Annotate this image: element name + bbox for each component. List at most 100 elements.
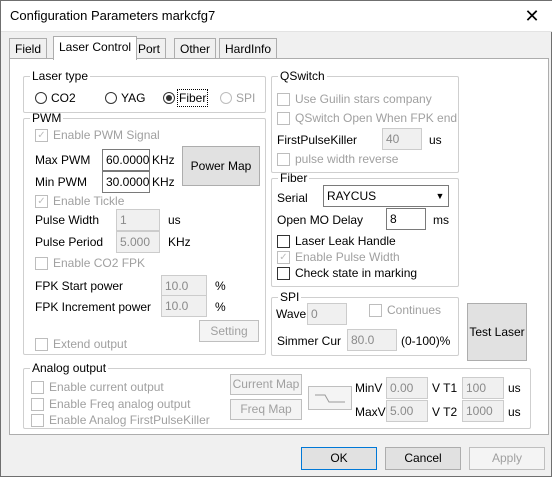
- pulse-period-unit: KHz: [168, 235, 191, 249]
- current-map-button[interactable]: Current Map: [230, 374, 302, 395]
- enable-analog-fpk-label: Enable Analog FirstPulseKiller: [49, 413, 210, 427]
- laser-type-legend: Laser type: [32, 69, 89, 83]
- check-state-checkbox[interactable]: [277, 267, 290, 280]
- waveform-icon: [315, 394, 345, 403]
- enable-tickle-label: Enable Tickle: [53, 194, 125, 208]
- open-mo-delay-input[interactable]: 8: [386, 208, 426, 230]
- enable-pwm-checkbox[interactable]: ✓: [35, 129, 48, 142]
- t2-input[interactable]: 1000: [462, 400, 504, 422]
- fpk-start-input[interactable]: 10.0: [161, 275, 207, 297]
- enable-co2-fpk-checkbox[interactable]: [35, 257, 48, 270]
- fpk-start-label: FPK Start power: [35, 279, 124, 293]
- tab-laser-control[interactable]: Laser Control: [53, 36, 138, 60]
- tab-field[interactable]: Field: [9, 38, 48, 59]
- min-pwm-unit: KHz: [152, 175, 175, 189]
- laser-leak-label: Laser Leak Handle: [295, 234, 396, 248]
- enable-pulse-width-checkbox[interactable]: ✓: [277, 251, 290, 264]
- continues-checkbox[interactable]: [369, 304, 382, 317]
- pulse-width-label: Pulse Width: [35, 213, 100, 227]
- qswitch-open-label: QSwitch Open When FPK end: [295, 111, 458, 125]
- test-laser-button[interactable]: Test Laser: [467, 303, 527, 361]
- tab-hardinfo[interactable]: HardInfo: [219, 38, 278, 59]
- t2-unit: us: [508, 405, 521, 419]
- max-pwm-input[interactable]: 60.0000: [102, 149, 150, 171]
- qswitch-fpk-input[interactable]: 40: [382, 128, 422, 150]
- enable-analog-fpk-checkbox[interactable]: [31, 414, 44, 427]
- min-pwm-input[interactable]: 30.0000: [102, 171, 150, 193]
- pulse-period-label: Pulse Period: [35, 235, 104, 249]
- wave-label: Wave: [276, 307, 307, 321]
- open-mo-delay-unit: ms: [433, 213, 449, 227]
- ok-button[interactable]: OK: [301, 447, 377, 470]
- radio-spi-label: SPI: [236, 91, 256, 105]
- wave-input[interactable]: 0: [307, 303, 347, 325]
- apply-button[interactable]: Apply: [469, 447, 545, 470]
- enable-tickle-checkbox[interactable]: ✓: [35, 195, 48, 208]
- pwm-legend: PWM: [32, 111, 62, 125]
- config-dialog: Configuration Parameters markcfg7 ✕ Fiel…: [0, 0, 552, 477]
- pulse-width-unit: us: [168, 213, 181, 227]
- radio-yag[interactable]: [105, 92, 117, 104]
- minv-input[interactable]: 0.00: [386, 377, 428, 399]
- t1-unit: us: [508, 381, 521, 395]
- analog-output-legend: Analog output: [32, 361, 107, 375]
- fpk-inc-input[interactable]: 10.0: [161, 295, 207, 317]
- t2-label: V T2: [432, 405, 458, 419]
- radio-co2-label: CO2: [51, 91, 76, 105]
- waveform-button[interactable]: [308, 386, 352, 410]
- enable-freq-label: Enable Freq analog output: [49, 397, 191, 411]
- enable-freq-checkbox[interactable]: [31, 398, 44, 411]
- enable-current-checkbox[interactable]: [31, 381, 44, 394]
- simmer-cur-input[interactable]: 80.0: [347, 329, 397, 351]
- min-pwm-label: Min PWM: [35, 175, 87, 189]
- t1-label: V T1: [432, 381, 458, 395]
- radio-fiber[interactable]: [163, 92, 175, 104]
- use-guilin-label: Use Guilin stars company: [295, 92, 432, 106]
- enable-pwm-label: Enable PWM Signal: [53, 128, 160, 142]
- t1-input[interactable]: 100: [462, 377, 504, 399]
- laser-leak-checkbox[interactable]: [277, 235, 290, 248]
- max-pwm-unit: KHz: [152, 153, 175, 167]
- radio-spi[interactable]: [220, 92, 232, 104]
- qswitch-legend: QSwitch: [280, 69, 325, 83]
- fiber-legend: Fiber: [280, 171, 308, 185]
- close-icon[interactable]: ✕: [521, 5, 543, 27]
- maxv-label: MaxV: [355, 405, 386, 419]
- serial-label: Serial: [277, 191, 308, 205]
- freq-map-button[interactable]: Freq Map: [230, 399, 302, 420]
- enable-current-label: Enable current output: [49, 380, 164, 394]
- max-pwm-label: Max PWM: [35, 153, 91, 167]
- setting-button[interactable]: Setting: [199, 320, 259, 342]
- serial-select-value: RAYCUS: [327, 189, 377, 203]
- extend-output-label: Extend output: [53, 337, 128, 351]
- radio-fiber-label: Fiber: [176, 89, 209, 107]
- extend-output-checkbox[interactable]: [35, 338, 48, 351]
- check-state-label: Check state in marking: [295, 266, 418, 280]
- serial-select[interactable]: RAYCUS ▼: [323, 185, 449, 207]
- spi-legend: SPI: [280, 290, 300, 304]
- qswitch-open-checkbox[interactable]: [277, 112, 290, 125]
- enable-pulse-width-label: Enable Pulse Width: [295, 250, 400, 264]
- tab-other[interactable]: Other: [174, 38, 217, 59]
- qswitch-fpk-unit: us: [429, 133, 442, 147]
- radio-co2[interactable]: [35, 92, 47, 104]
- maxv-input[interactable]: 5.00: [386, 400, 428, 422]
- radio-yag-label: YAG: [121, 91, 146, 105]
- fpk-start-unit: %: [215, 279, 226, 293]
- enable-co2-fpk-label: Enable CO2 FPK: [53, 256, 146, 270]
- power-map-button[interactable]: Power Map: [182, 146, 260, 186]
- pulse-width-reverse-checkbox[interactable]: [277, 153, 290, 166]
- chevron-down-icon[interactable]: ▼: [432, 186, 448, 206]
- use-guilin-checkbox[interactable]: [277, 93, 290, 106]
- pulse-width-input[interactable]: 1: [116, 209, 160, 231]
- minv-label: MinV: [355, 381, 383, 395]
- tab-port[interactable]: Port: [132, 38, 167, 59]
- open-mo-delay-label: Open MO Delay: [277, 213, 364, 227]
- title-bar: Configuration Parameters markcfg7 ✕: [1, 1, 552, 32]
- pulse-period-input[interactable]: 5.000: [116, 231, 160, 253]
- simmer-cur-unit: (0-100)%: [401, 334, 451, 348]
- cancel-button[interactable]: Cancel: [385, 447, 461, 470]
- continues-label: Continues: [387, 303, 442, 317]
- qswitch-fpk-label: FirstPulseKiller: [277, 133, 358, 147]
- pulse-width-reverse-label: pulse width reverse: [295, 152, 399, 166]
